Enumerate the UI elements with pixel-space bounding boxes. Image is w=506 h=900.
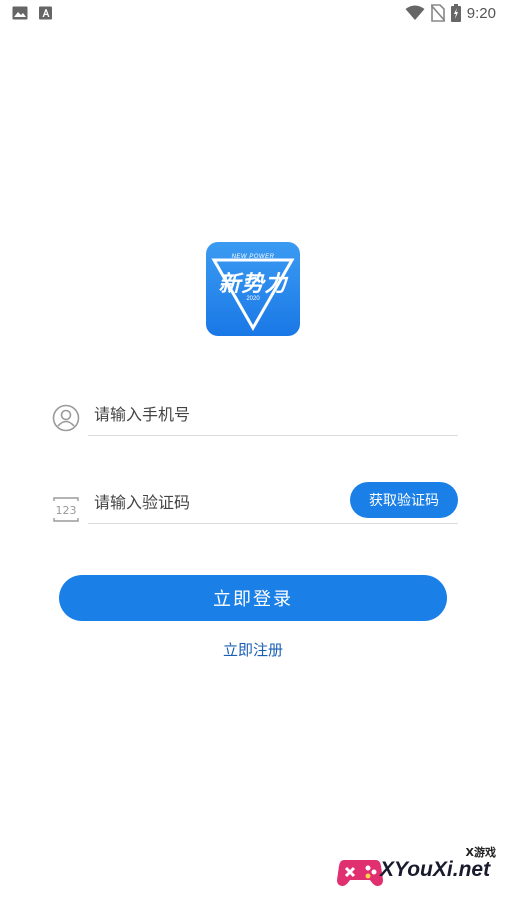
status-right-icons: 9:20 [405, 4, 496, 22]
register-link-label[interactable]: 立即注册 [223, 641, 283, 659]
number-code-icon: 123 [53, 497, 79, 522]
status-left-icons [12, 6, 54, 20]
status-bar: 9:20 [0, 0, 506, 28]
wifi-icon [405, 5, 425, 20]
app-logo: NEW POWER 新势力 2020 [206, 242, 300, 336]
status-time: 9:20 [466, 4, 496, 22]
battery-icon [450, 4, 461, 22]
watermark: X游戏 XYouXi.net [336, 842, 502, 894]
code-row: 123 获取验证码 [50, 480, 458, 524]
login-button[interactable]: 立即登录 [59, 575, 447, 621]
gamepad-logo-icon [337, 860, 383, 886]
user-icon [52, 404, 80, 432]
logo-year: 2020 [246, 296, 260, 302]
logo-tagline: NEW POWER [231, 254, 275, 260]
no-sim-icon [430, 4, 445, 22]
logo-name: 新势力 [218, 272, 288, 297]
watermark-brand-text: XYouXi.net [380, 858, 491, 881]
get-code-button[interactable]: 获取验证码 [350, 482, 458, 518]
number-code-icon-text: 123 [56, 504, 77, 517]
phone-row [50, 392, 458, 436]
text-a-icon [39, 6, 52, 20]
register-link[interactable]: 立即注册 [0, 639, 506, 660]
code-underline [88, 523, 458, 524]
phone-underline [88, 435, 458, 436]
code-input[interactable] [94, 484, 344, 520]
phone-input[interactable] [94, 396, 344, 432]
image-icon [12, 6, 28, 20]
